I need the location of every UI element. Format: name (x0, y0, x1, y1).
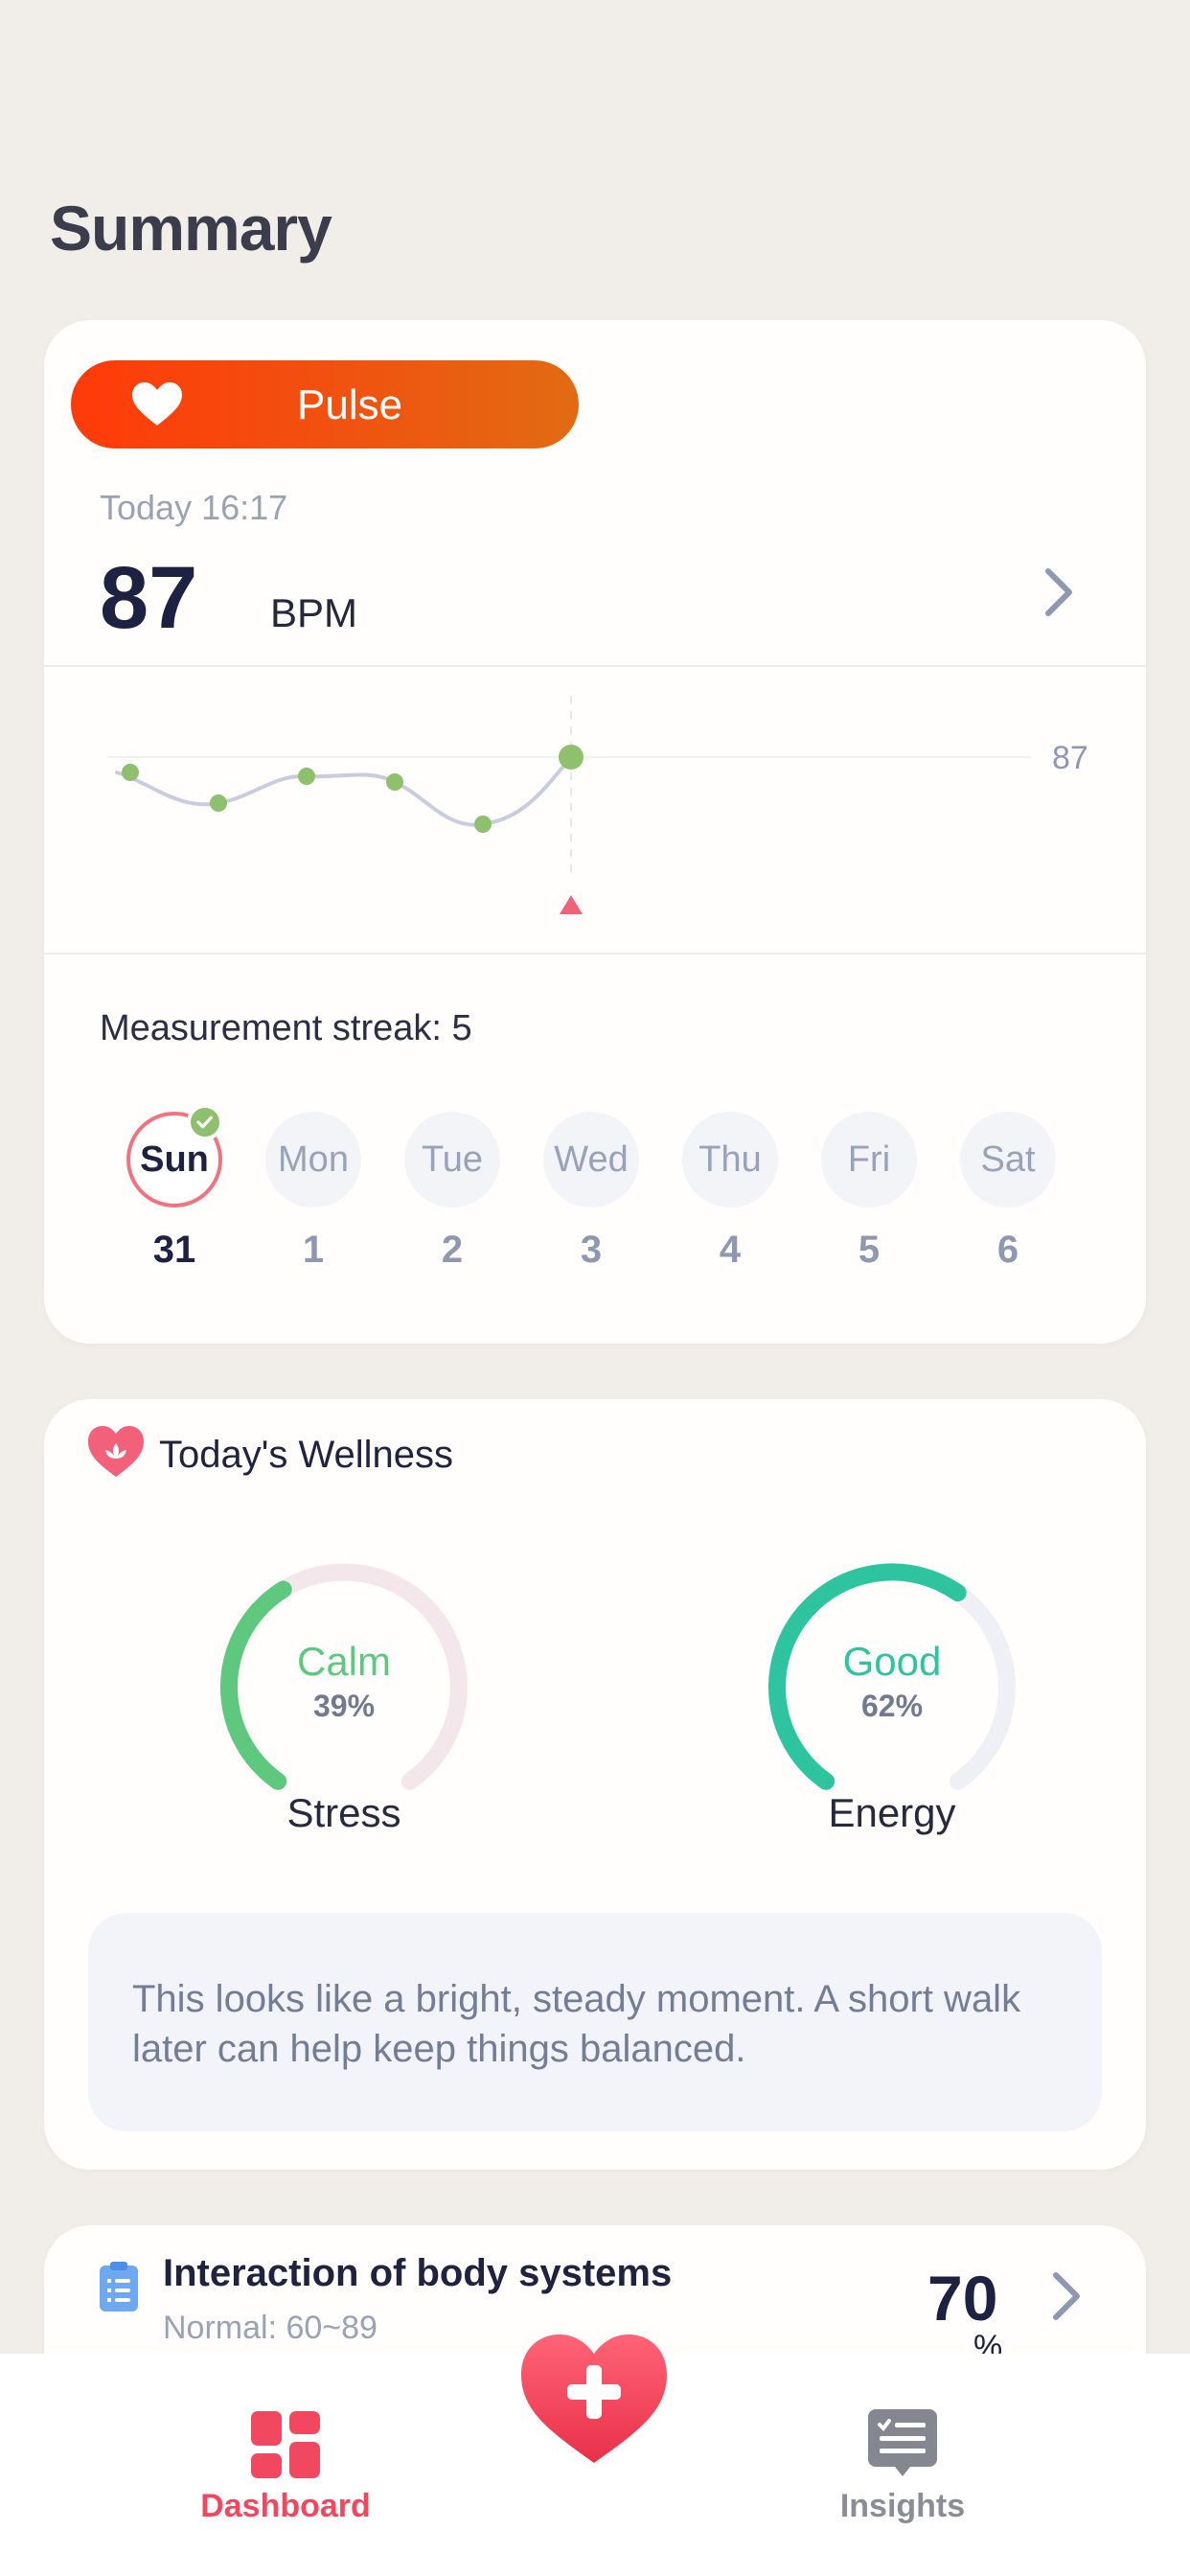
wellness-lotus-icon (88, 1426, 144, 1477)
day-number: 4 (719, 1229, 742, 1271)
day-name: Thu (682, 1112, 778, 1208)
pulse-pill[interactable]: Pulse (71, 360, 579, 448)
day-number: 31 (152, 1229, 196, 1271)
pulse-trend-chart: 87 (107, 696, 1088, 914)
heart-icon (132, 382, 182, 426)
energy-name: Energy (828, 1790, 956, 1835)
chevron-right-icon[interactable] (1042, 567, 1075, 617)
trend-line (115, 755, 573, 827)
stress-percent: 39% (312, 1689, 376, 1723)
pulse-card[interactable]: Pulse Today 16:17 87 BPM 87 Measurement … (44, 320, 1146, 1344)
wellness-title: Today's Wellness (159, 1434, 454, 1476)
bpm-unit: BPM (270, 590, 358, 635)
stress-label: Calm 39% (200, 1639, 488, 1724)
current-data-point (559, 745, 584, 770)
dashboard-icon (251, 2411, 320, 2478)
data-point (386, 773, 403, 791)
tab-dashboard-label: Dashboard (200, 2488, 371, 2524)
clipboard-icon (100, 2262, 138, 2312)
stress-name: Stress (286, 1790, 401, 1835)
day-wed[interactable]: Wed 3 (543, 1112, 639, 1272)
pulse-pill-label: Pulse (297, 381, 403, 428)
day-name: Tue (404, 1112, 500, 1208)
page-title: Summary (50, 193, 332, 264)
wellness-card[interactable]: Today's Wellness Calm 39% Stress Good 62… (44, 1399, 1146, 2170)
body-systems-value: 70 (927, 2263, 998, 2334)
divider (44, 953, 1146, 954)
data-point (210, 794, 227, 812)
day-number: 6 (996, 1229, 1019, 1271)
body-systems-range: Normal: 60~89 (163, 2310, 378, 2346)
day-name: Sat (960, 1112, 1056, 1208)
day-number: 5 (858, 1229, 881, 1271)
reference-value-label: 87 (1052, 740, 1088, 776)
bpm-value: 87 (100, 549, 198, 647)
data-point (298, 768, 315, 785)
day-fri[interactable]: Fri 5 (821, 1112, 917, 1272)
data-point (474, 816, 492, 833)
add-measurement-button[interactable] (517, 2329, 671, 2472)
day-name: Wed (543, 1112, 639, 1208)
day-number: 1 (302, 1229, 325, 1271)
chevron-right-icon[interactable] (1050, 2271, 1083, 2321)
day-mon[interactable]: Mon 1 (265, 1112, 361, 1272)
insights-icon (868, 2409, 937, 2476)
energy-state: Good (842, 1639, 942, 1684)
data-point (122, 764, 139, 781)
tab-insights[interactable]: Insights (778, 2409, 1027, 2525)
body-systems-title: Interaction of body systems (163, 2252, 673, 2294)
tab-dashboard[interactable]: Dashboard (161, 2411, 410, 2525)
energy-percent: 62% (860, 1689, 924, 1723)
streak-label: Measurement streak: 5 (100, 1008, 472, 1048)
tab-insights-label: Insights (839, 2488, 966, 2524)
day-number: 3 (580, 1229, 603, 1271)
day-sat[interactable]: Sat 6 (960, 1112, 1056, 1272)
day-name: Fri (821, 1112, 917, 1208)
day-thu[interactable]: Thu 4 (682, 1112, 778, 1272)
wellness-note-text: This looks like a bright, steady moment.… (132, 1978, 1021, 2070)
day-number: 2 (441, 1229, 464, 1271)
energy-label: Good 62% (748, 1639, 1036, 1724)
measurement-timestamp: Today 16:17 (100, 488, 288, 527)
day-name: Mon (265, 1112, 361, 1208)
wellness-note: This looks like a bright, steady moment.… (88, 1913, 1102, 2131)
check-icon (187, 1104, 223, 1140)
day-sun[interactable]: Sun 31 (126, 1104, 223, 1272)
day-tue[interactable]: Tue 2 (404, 1112, 500, 1272)
current-marker (560, 895, 583, 914)
stress-state: Calm (296, 1639, 391, 1684)
